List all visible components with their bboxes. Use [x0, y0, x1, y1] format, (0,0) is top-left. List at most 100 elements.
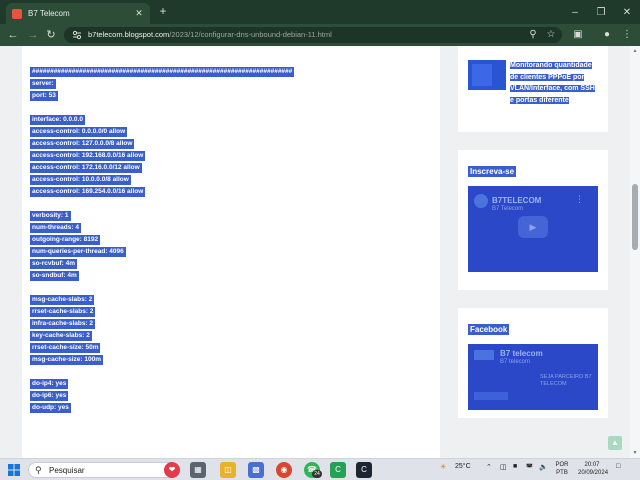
- code-line: num-threads: 4: [30, 223, 81, 233]
- facebook-page-name: B7 telecom: [500, 349, 543, 358]
- network-icon[interactable]: ◫: [500, 463, 507, 471]
- forward-arrow-icon[interactable]: →: [26, 28, 40, 42]
- scroll-up-icon[interactable]: ▲: [631, 48, 639, 54]
- url-text: b7telecom.blogspot.com/2023/12/configura…: [88, 30, 332, 39]
- more-options-icon[interactable]: ⋮: [575, 194, 584, 205]
- code-line: do-ip4: yes: [30, 379, 69, 389]
- tray-chevron-icon[interactable]: ⌃: [486, 463, 492, 471]
- zoom-icon[interactable]: ⚲: [526, 28, 540, 42]
- code-line: access-control: 169.254.0.0/16 allow: [30, 187, 146, 197]
- volume-icon[interactable]: 🔈: [539, 463, 548, 471]
- code-line: key-cache-slabs: 2: [30, 331, 92, 341]
- weather-icon[interactable]: ☀: [440, 463, 446, 471]
- blogger-favicon-icon: [12, 8, 22, 19]
- facebook-title: Facebook: [468, 324, 510, 335]
- facebook-like-button[interactable]: [474, 392, 508, 400]
- post-thumbnail[interactable]: [468, 60, 506, 90]
- web-page: ########################################…: [0, 46, 640, 458]
- code-line: so-sndbuf: 4m: [30, 271, 79, 281]
- widget-heart-icon[interactable]: ❤: [164, 462, 180, 478]
- notification-icon[interactable]: □: [616, 463, 620, 470]
- address-bar: ← → ↻ b7telecom.blogspot.com/2023/12/con…: [0, 24, 640, 46]
- facebook-cover-text: SEJA PARCEIRO B7 TELECOM: [540, 374, 592, 387]
- url-field[interactable]: b7telecom.blogspot.com/2023/12/configura…: [64, 27, 562, 43]
- code-line: access-control: 10.0.0.0/8 allow: [30, 175, 131, 185]
- code-line: do-ip6: yes: [30, 391, 69, 401]
- code-line: access-control: 172.16.0.0/12 allow: [30, 163, 142, 173]
- app-c-dark-icon[interactable]: C: [356, 462, 372, 478]
- remote-desktop-icon[interactable]: ▩: [248, 462, 264, 478]
- url-path: /2023/12/configurar-dns-unbound-debian-1…: [169, 30, 332, 39]
- browser-menu-icon[interactable]: ⋮: [620, 28, 634, 42]
- clock[interactable]: 20:07 20/09/2024: [578, 461, 609, 477]
- code-line: do-udp: yes: [30, 403, 71, 413]
- site-info-icon[interactable]: [72, 30, 82, 40]
- taskbar-search-input[interactable]: ⚲ Pesquisar: [28, 462, 178, 478]
- new-tab-button[interactable]: +: [156, 4, 170, 18]
- post-body: ########################################…: [22, 46, 440, 458]
- bookmark-star-icon[interactable]: ☆: [544, 28, 558, 42]
- subscribe-title: Inscreva-se: [468, 166, 517, 177]
- lang-line1: POR: [555, 462, 569, 468]
- language-indicator[interactable]: POR PTB: [553, 461, 571, 477]
- code-line: interface: 0.0.0.0: [30, 115, 85, 125]
- code-line: port: 53: [30, 91, 58, 101]
- minimize-button[interactable]: –: [562, 0, 588, 24]
- browser-tab-bar: B7 Telecom ✕ + – ❐ ✕: [0, 0, 640, 24]
- popular-post-widget: Monitorando quantidade de clientes PPPoE…: [458, 46, 608, 132]
- code-line: ########################################…: [30, 67, 295, 77]
- code-line: server:: [30, 79, 56, 89]
- popular-post-link[interactable]: Monitorando quantidade de clientes PPPoE…: [510, 60, 600, 106]
- app-c-green-icon[interactable]: C: [330, 462, 346, 478]
- code-line: rrset-cache-slabs: 2: [30, 307, 96, 317]
- lang-line2: PTB: [556, 470, 568, 476]
- task-view-icon[interactable]: ▦: [190, 462, 206, 478]
- code-line: access-control: 127.0.0.0/8 allow: [30, 139, 135, 149]
- chrome-icon[interactable]: ◉: [276, 462, 292, 478]
- channel-logo-icon: [474, 194, 488, 208]
- facebook-page-logo-icon: [474, 350, 494, 360]
- youtube-embed[interactable]: B7TELECOM B7 Telecom ⋮ ▶: [468, 186, 598, 272]
- code-line: outgoing-range: 8192: [30, 235, 101, 245]
- windows-taskbar: ⚲ Pesquisar ❤ ▦ ◫ ▩ ◉ ☎ 24 C C ☀ 25°C ⌃ …: [0, 458, 640, 480]
- facebook-widget: Facebook B7 telecom B7 telecom SEJA PARC…: [458, 308, 608, 418]
- wifi-icon[interactable]: ◚: [526, 463, 533, 471]
- youtube-channel-name: B7TELECOM: [492, 196, 542, 205]
- subscribe-widget: Inscreva-se B7TELECOM B7 Telecom ⋮ ▶: [458, 150, 608, 290]
- back-to-top-button[interactable]: ▲: [608, 436, 622, 450]
- windows-start-icon[interactable]: [8, 464, 20, 476]
- tab-close-icon[interactable]: ✕: [134, 8, 144, 19]
- tab-title: B7 Telecom: [28, 9, 70, 18]
- file-explorer-icon[interactable]: ◫: [220, 462, 236, 478]
- play-icon[interactable]: ▶: [518, 216, 548, 238]
- restore-button[interactable]: ❐: [588, 0, 614, 24]
- scroll-down-icon[interactable]: ▼: [631, 450, 639, 456]
- profile-avatar-icon[interactable]: ●: [600, 28, 614, 42]
- code-line: rrset-cache-size: 50m: [30, 343, 101, 353]
- clock-time: 20:07: [584, 462, 600, 468]
- code-line: msg-cache-size: 100m: [30, 355, 104, 365]
- back-arrow-icon[interactable]: ←: [6, 28, 20, 42]
- facebook-embed[interactable]: B7 telecom B7 telecom SEJA PARCEIRO B7 T…: [468, 344, 598, 410]
- code-line: infra-cache-slabs: 2: [30, 319, 96, 329]
- browser-tab[interactable]: B7 Telecom ✕: [6, 3, 150, 24]
- whatsapp-badge: 24: [312, 470, 322, 478]
- scroll-thumb[interactable]: [632, 184, 638, 250]
- code-line: num-queries-per-thread: 4096: [30, 247, 126, 257]
- clock-date: 20/09/2024: [578, 470, 609, 476]
- youtube-channel-sub: B7 Telecom: [492, 206, 524, 212]
- code-line: so-rcvbuf: 4m: [30, 259, 77, 269]
- code-line: verbosity: 1: [30, 211, 71, 221]
- code-line: access-control: 192.168.0.0/16 allow: [30, 151, 146, 161]
- url-host: b7telecom.blogspot.com: [88, 30, 170, 39]
- vpn-icon[interactable]: ■: [513, 463, 517, 470]
- reload-icon[interactable]: ↻: [44, 28, 58, 42]
- code-line: msg-cache-slabs: 2: [30, 295, 95, 305]
- extensions-icon[interactable]: ▣: [571, 28, 585, 42]
- temperature-text[interactable]: 25°C: [455, 463, 471, 470]
- search-placeholder: Pesquisar: [49, 466, 85, 475]
- close-window-button[interactable]: ✕: [614, 0, 640, 24]
- page-scrollbar[interactable]: ▲ ▼: [630, 46, 640, 458]
- search-icon: ⚲: [35, 465, 42, 475]
- facebook-page-sub: B7 telecom: [500, 359, 531, 365]
